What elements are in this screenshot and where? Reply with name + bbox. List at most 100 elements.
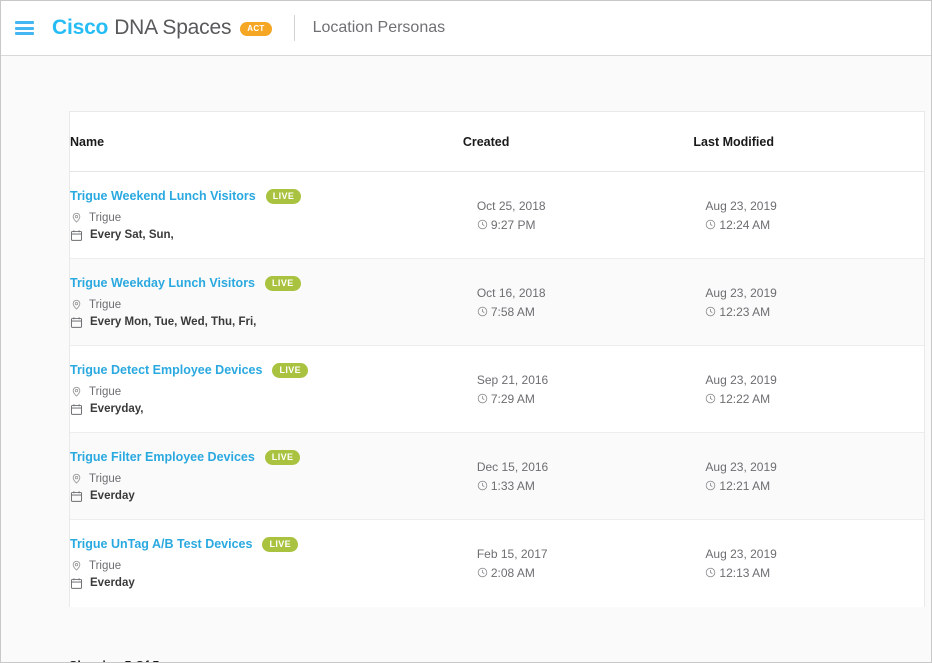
modified-time-wrap: 12:13 AM bbox=[693, 566, 924, 580]
map-pin-icon bbox=[70, 473, 83, 486]
schedule-line: Everyday, bbox=[70, 403, 463, 416]
clock-icon bbox=[705, 219, 716, 230]
location-label: Trigue bbox=[89, 386, 122, 398]
last-modified-cell: Aug 23, 2019 12:21 AM bbox=[693, 432, 924, 520]
map-pin-icon bbox=[70, 560, 83, 573]
modified-time: 12:23 AM bbox=[719, 304, 771, 319]
table-row[interactable]: Trigue Detect Employee Devices LIVE Trig… bbox=[70, 345, 924, 433]
map-pin-icon bbox=[70, 212, 83, 225]
modified-date: Aug 23, 2019 bbox=[705, 285, 777, 300]
persona-name-link[interactable]: Trigue UnTag A/B Test Devices bbox=[70, 537, 252, 551]
persona-name-link[interactable]: Trigue Weekday Lunch Visitors bbox=[70, 276, 255, 290]
location-line: Trigue bbox=[70, 299, 463, 312]
created-cell: Oct 16, 2018 7:58 AM bbox=[462, 258, 694, 346]
clock-icon bbox=[705, 567, 716, 578]
modified-time-wrap: 12:21 AM bbox=[693, 479, 924, 493]
schedule-label: Everyday, bbox=[90, 403, 144, 415]
showing-count-label: Showing 5 Of 5 bbox=[69, 659, 159, 662]
schedule-line: Everday bbox=[70, 490, 463, 503]
modified-date: Aug 23, 2019 bbox=[705, 372, 777, 387]
name-cell: Trigue Weekend Lunch Visitors LIVE Trigu… bbox=[70, 171, 463, 259]
schedule-line: Everday bbox=[70, 577, 463, 590]
name-cell: Trigue Weekday Lunch Visitors LIVE Trigu… bbox=[70, 258, 463, 346]
plan-badge: ACT bbox=[240, 22, 272, 36]
modified-time-wrap: 12:24 AM bbox=[693, 218, 924, 232]
persona-name-link[interactable]: Trigue Detect Employee Devices bbox=[70, 363, 262, 377]
clock-icon bbox=[477, 480, 488, 491]
clock-icon bbox=[705, 393, 716, 404]
hamburger-line bbox=[15, 21, 34, 24]
created-time-wrap: 7:58 AM bbox=[463, 305, 694, 319]
modified-time: 12:22 AM bbox=[719, 391, 771, 406]
persona-name-link[interactable]: Trigue Weekend Lunch Visitors bbox=[70, 189, 256, 203]
modified-time: 12:24 AM bbox=[719, 217, 771, 232]
created-time: 9:27 PM bbox=[490, 217, 536, 232]
schedule-label: Every Sat, Sun, bbox=[90, 229, 174, 241]
location-label: Trigue bbox=[89, 212, 122, 224]
created-time: 7:29 AM bbox=[490, 391, 535, 406]
created-date: Feb 15, 2017 bbox=[476, 546, 548, 561]
clock-icon bbox=[477, 306, 488, 317]
created-time: 7:58 AM bbox=[490, 304, 535, 319]
brand-logo[interactable]: Cisco DNA Spaces ACT bbox=[52, 16, 272, 40]
calendar-icon bbox=[70, 229, 83, 242]
location-label: Trigue bbox=[89, 299, 122, 311]
persona-name-link[interactable]: Trigue Filter Employee Devices bbox=[70, 450, 255, 464]
table-body: Trigue Weekend Lunch Visitors LIVE Trigu… bbox=[70, 171, 924, 607]
personas-table: Name Created Last Modified Trigue Weeken… bbox=[70, 112, 924, 607]
location-line: Trigue bbox=[70, 560, 463, 573]
schedule-line: Every Mon, Tue, Wed, Thu, Fri, bbox=[70, 316, 463, 329]
clock-icon bbox=[705, 306, 716, 317]
table-header: Name Created Last Modified bbox=[70, 112, 924, 172]
name-line: Trigue Filter Employee Devices LIVE bbox=[70, 449, 463, 465]
modified-time: 12:21 AM bbox=[719, 478, 771, 493]
created-date: Oct 25, 2018 bbox=[476, 198, 546, 213]
modified-date: Aug 23, 2019 bbox=[705, 459, 777, 474]
calendar-icon bbox=[70, 403, 83, 416]
hamburger-menu-icon[interactable] bbox=[15, 21, 34, 35]
modified-date: Aug 23, 2019 bbox=[705, 198, 777, 213]
app-window: Cisco DNA Spaces ACT Location Personas N… bbox=[0, 0, 932, 663]
hamburger-line bbox=[15, 32, 34, 35]
created-date: Dec 15, 2016 bbox=[476, 459, 549, 474]
name-line: Trigue Weekend Lunch Visitors LIVE bbox=[70, 188, 463, 204]
calendar-icon bbox=[70, 490, 83, 503]
schedule-label: Everday bbox=[90, 577, 135, 590]
last-modified-cell: Aug 23, 2019 12:13 AM bbox=[693, 520, 924, 607]
name-cell: Trigue Detect Employee Devices LIVE Trig… bbox=[70, 345, 463, 433]
table-header-row: Name Created Last Modified bbox=[70, 112, 924, 172]
created-date: Sep 21, 2016 bbox=[476, 372, 549, 387]
column-header-created[interactable]: Created bbox=[462, 112, 694, 172]
schedule-line: Every Sat, Sun, bbox=[70, 229, 463, 242]
table-row[interactable]: Trigue UnTag A/B Test Devices LIVE Trigu… bbox=[70, 520, 924, 607]
created-time: 2:08 AM bbox=[490, 565, 535, 580]
last-modified-cell: Aug 23, 2019 12:22 AM bbox=[693, 345, 924, 433]
table-row[interactable]: Trigue Weekend Lunch Visitors LIVE Trigu… bbox=[70, 171, 924, 259]
created-cell: Sep 21, 2016 7:29 AM bbox=[462, 345, 694, 433]
modified-time-wrap: 12:22 AM bbox=[693, 392, 924, 406]
clock-icon bbox=[477, 393, 488, 404]
clock-icon bbox=[477, 219, 488, 230]
clock-icon bbox=[477, 567, 488, 578]
column-header-last-modified[interactable]: Last Modified bbox=[693, 112, 924, 172]
created-cell: Dec 15, 2016 1:33 AM bbox=[462, 432, 694, 520]
location-line: Trigue bbox=[70, 386, 463, 399]
created-time-wrap: 1:33 AM bbox=[463, 479, 694, 493]
content-area: Name Created Last Modified Trigue Weeken… bbox=[1, 56, 931, 662]
schedule-label: Every Mon, Tue, Wed, Thu, Fri, bbox=[90, 316, 257, 328]
status-badge: LIVE bbox=[262, 536, 299, 552]
page-title: Location Personas bbox=[312, 19, 446, 36]
column-header-name[interactable]: Name bbox=[70, 112, 463, 172]
table-row[interactable]: Trigue Weekday Lunch Visitors LIVE Trigu… bbox=[70, 258, 924, 346]
clock-icon bbox=[705, 480, 716, 491]
created-date: Oct 16, 2018 bbox=[476, 285, 546, 300]
hamburger-line bbox=[15, 26, 34, 30]
table-row[interactable]: Trigue Filter Employee Devices LIVE Trig… bbox=[70, 432, 924, 520]
name-line: Trigue Detect Employee Devices LIVE bbox=[70, 362, 463, 378]
created-cell: Feb 15, 2017 2:08 AM bbox=[463, 520, 694, 607]
map-pin-icon bbox=[70, 386, 83, 399]
header-divider bbox=[293, 15, 295, 41]
last-modified-cell: Aug 23, 2019 12:24 AM bbox=[693, 171, 924, 259]
created-time-wrap: 9:27 PM bbox=[463, 218, 694, 232]
location-label: Trigue bbox=[89, 473, 122, 485]
